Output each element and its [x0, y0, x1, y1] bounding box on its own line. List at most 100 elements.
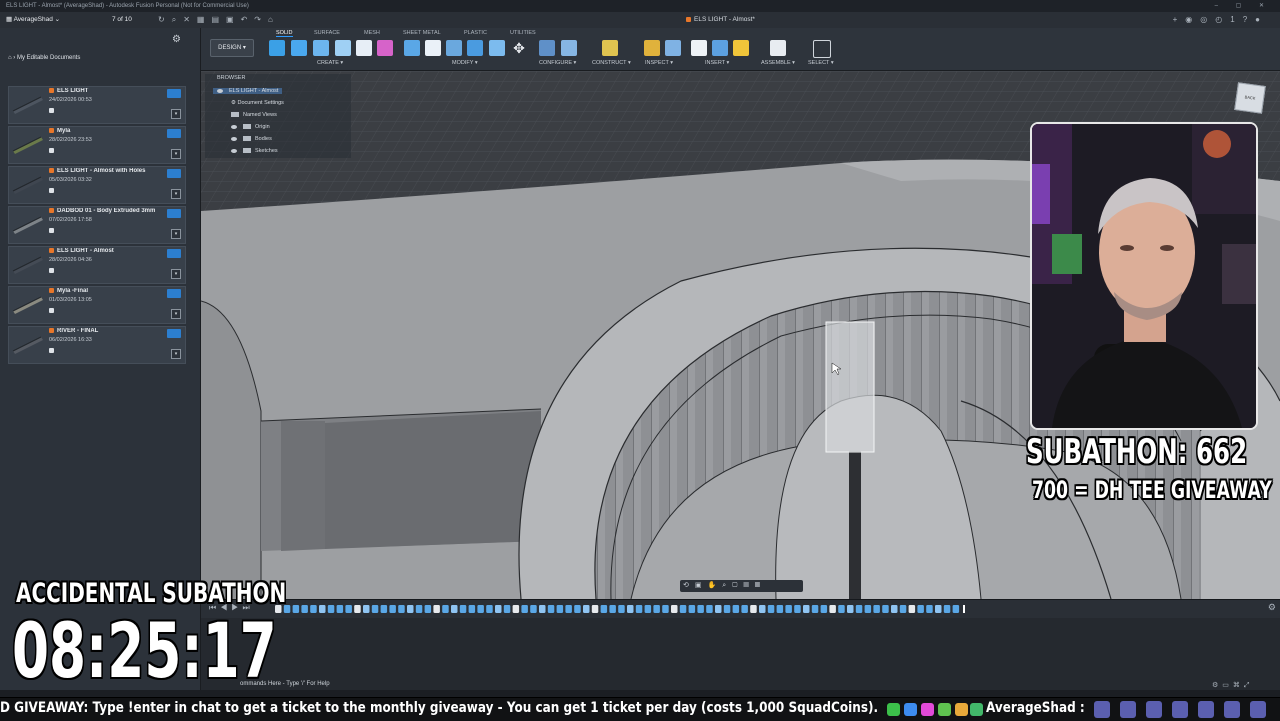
- timeline-feature[interactable]: [442, 605, 449, 613]
- timeline-track[interactable]: [275, 605, 967, 613]
- timeline-feature[interactable]: [310, 605, 317, 613]
- timeline-feature[interactable]: [644, 605, 652, 613]
- close-button[interactable]: ✕: [1259, 3, 1272, 9]
- parameters-icon[interactable]: [539, 40, 555, 56]
- select-icon[interactable]: [813, 40, 831, 58]
- timeline-feature[interactable]: [468, 605, 476, 613]
- tab-utilities[interactable]: UTILITIES: [510, 30, 536, 36]
- timeline-feature[interactable]: [547, 605, 555, 613]
- open-document-icon[interactable]: [167, 329, 181, 338]
- timeline-feature[interactable]: [891, 605, 898, 613]
- timeline-feature[interactable]: [591, 605, 599, 613]
- notifications-icon[interactable]: ◴: [1215, 15, 1230, 24]
- document-card[interactable]: ELS LIGHT - Almost with Holes 05/03/2026 …: [8, 166, 186, 204]
- open-document-icon[interactable]: [167, 129, 181, 138]
- timeline-feature[interactable]: [935, 605, 942, 613]
- timeline-feature[interactable]: [723, 605, 731, 613]
- rectangle-pattern-icon[interactable]: [356, 40, 372, 56]
- timeline-feature[interactable]: [917, 605, 924, 613]
- new-sketch-icon[interactable]: [269, 40, 285, 56]
- document-menu-button[interactable]: ▾: [171, 349, 181, 359]
- document-menu-button[interactable]: ▾: [171, 309, 181, 319]
- breadcrumb-folder[interactable]: My Editable Documents: [17, 55, 80, 61]
- timeline-feature[interactable]: [345, 605, 352, 613]
- orbit-icon[interactable]: ⟲: [683, 582, 695, 589]
- open-document-icon[interactable]: [167, 89, 181, 98]
- timeline-marker[interactable]: [963, 605, 965, 613]
- group-create[interactable]: CREATE ▾: [317, 60, 343, 66]
- timeline-feature[interactable]: [292, 605, 300, 613]
- group-modify[interactable]: MODIFY ▾: [452, 60, 478, 66]
- display-settings-icon[interactable]: ▤: [743, 582, 754, 589]
- tab-solid[interactable]: SOLID: [276, 30, 293, 37]
- redo-icon[interactable]: ↷: [254, 15, 268, 24]
- timeline-feature[interactable]: [899, 605, 907, 613]
- open-document-icon[interactable]: [167, 209, 181, 218]
- timeline-feature[interactable]: [759, 605, 766, 613]
- fit-icon[interactable]: ▢: [732, 582, 743, 589]
- file-menu-icon[interactable]: ▤: [211, 15, 226, 24]
- open-document-icon[interactable]: [167, 289, 181, 298]
- timeline-feature[interactable]: [407, 605, 414, 613]
- timeline-feature[interactable]: [574, 605, 581, 613]
- group-insert[interactable]: INSERT ▾: [705, 60, 729, 66]
- tab-mesh[interactable]: MESH: [364, 30, 380, 36]
- interference-icon[interactable]: [665, 40, 681, 56]
- document-card[interactable]: Myla 28/02/2026 23:53 ▾: [8, 126, 186, 164]
- timeline-feature[interactable]: [512, 605, 520, 613]
- timeline-feature[interactable]: [820, 605, 828, 613]
- canvas-icon[interactable]: [733, 40, 749, 56]
- document-menu-button[interactable]: ▾: [171, 109, 181, 119]
- timeline-feature[interactable]: [495, 605, 502, 613]
- user-avatar[interactable]: ●: [1255, 15, 1268, 24]
- shell-icon[interactable]: [467, 40, 483, 56]
- group-assemble[interactable]: ASSEMBLE ▾: [761, 60, 795, 66]
- document-menu-button[interactable]: ▾: [171, 229, 181, 239]
- timeline-feature[interactable]: [635, 605, 643, 613]
- timeline-feature[interactable]: [952, 605, 960, 613]
- timeline-feature[interactable]: [354, 605, 361, 613]
- browser-node-sketches[interactable]: Sketches: [231, 148, 278, 154]
- timeline-feature[interactable]: [688, 605, 696, 613]
- timeline-feature[interactable]: [776, 605, 784, 613]
- press-pull-icon[interactable]: [404, 40, 420, 56]
- browser-node-named-views[interactable]: Named Views: [231, 112, 277, 118]
- timeline-feature[interactable]: [433, 605, 440, 613]
- fillet-icon[interactable]: [425, 40, 441, 56]
- chamfer-icon[interactable]: [446, 40, 462, 56]
- expand-icon[interactable]: ⤢: [1244, 682, 1254, 689]
- timeline-feature[interactable]: [679, 605, 687, 613]
- group-construct[interactable]: CONSTRUCT ▾: [592, 60, 631, 66]
- timeline-feature[interactable]: [908, 605, 916, 613]
- workspace-switcher[interactable]: DESIGN ▾: [210, 39, 254, 57]
- search-icon[interactable]: ⌕: [172, 15, 183, 24]
- tab-sheet-metal[interactable]: SHEET METAL: [403, 30, 441, 36]
- timeline-feature[interactable]: [319, 605, 326, 613]
- browser-root-node[interactable]: ELS LIGHT - Almost: [213, 88, 283, 94]
- tab-surface[interactable]: SURFACE: [314, 30, 340, 36]
- document-menu-button[interactable]: ▾: [171, 149, 181, 159]
- help-icon[interactable]: ?: [1243, 15, 1255, 24]
- revolve-icon[interactable]: [313, 40, 329, 56]
- home-icon[interactable]: ⌂: [268, 15, 280, 24]
- text-commands-icon[interactable]: ▭: [1222, 682, 1233, 689]
- configure-table-icon[interactable]: [561, 40, 577, 56]
- document-card[interactable]: Myla -Final 01/03/2026 13:05 ▾: [8, 286, 186, 324]
- maximize-button[interactable]: ▢: [1236, 3, 1250, 9]
- look-at-icon[interactable]: ▣: [695, 582, 708, 589]
- extrude-icon[interactable]: [291, 40, 307, 56]
- timeline-feature[interactable]: [380, 605, 388, 613]
- timeline-feature[interactable]: [882, 605, 889, 613]
- grid-settings-icon[interactable]: ▦: [755, 582, 766, 589]
- timeline-feature[interactable]: [855, 605, 863, 613]
- window-controls[interactable]: – ▢ ✕: [1215, 0, 1272, 12]
- undo-icon[interactable]: ↶: [241, 15, 255, 24]
- eye-icon[interactable]: [231, 136, 237, 141]
- timeline-feature[interactable]: [838, 605, 845, 613]
- timeline-feature[interactable]: [671, 605, 678, 613]
- tab-plastic[interactable]: PLASTIC: [464, 30, 487, 36]
- timeline-feature[interactable]: [389, 605, 396, 613]
- gear-icon[interactable]: ⚙: [172, 34, 181, 45]
- document-tab[interactable]: ELS LIGHT - Almost*: [686, 12, 755, 28]
- open-document-icon[interactable]: [167, 169, 181, 178]
